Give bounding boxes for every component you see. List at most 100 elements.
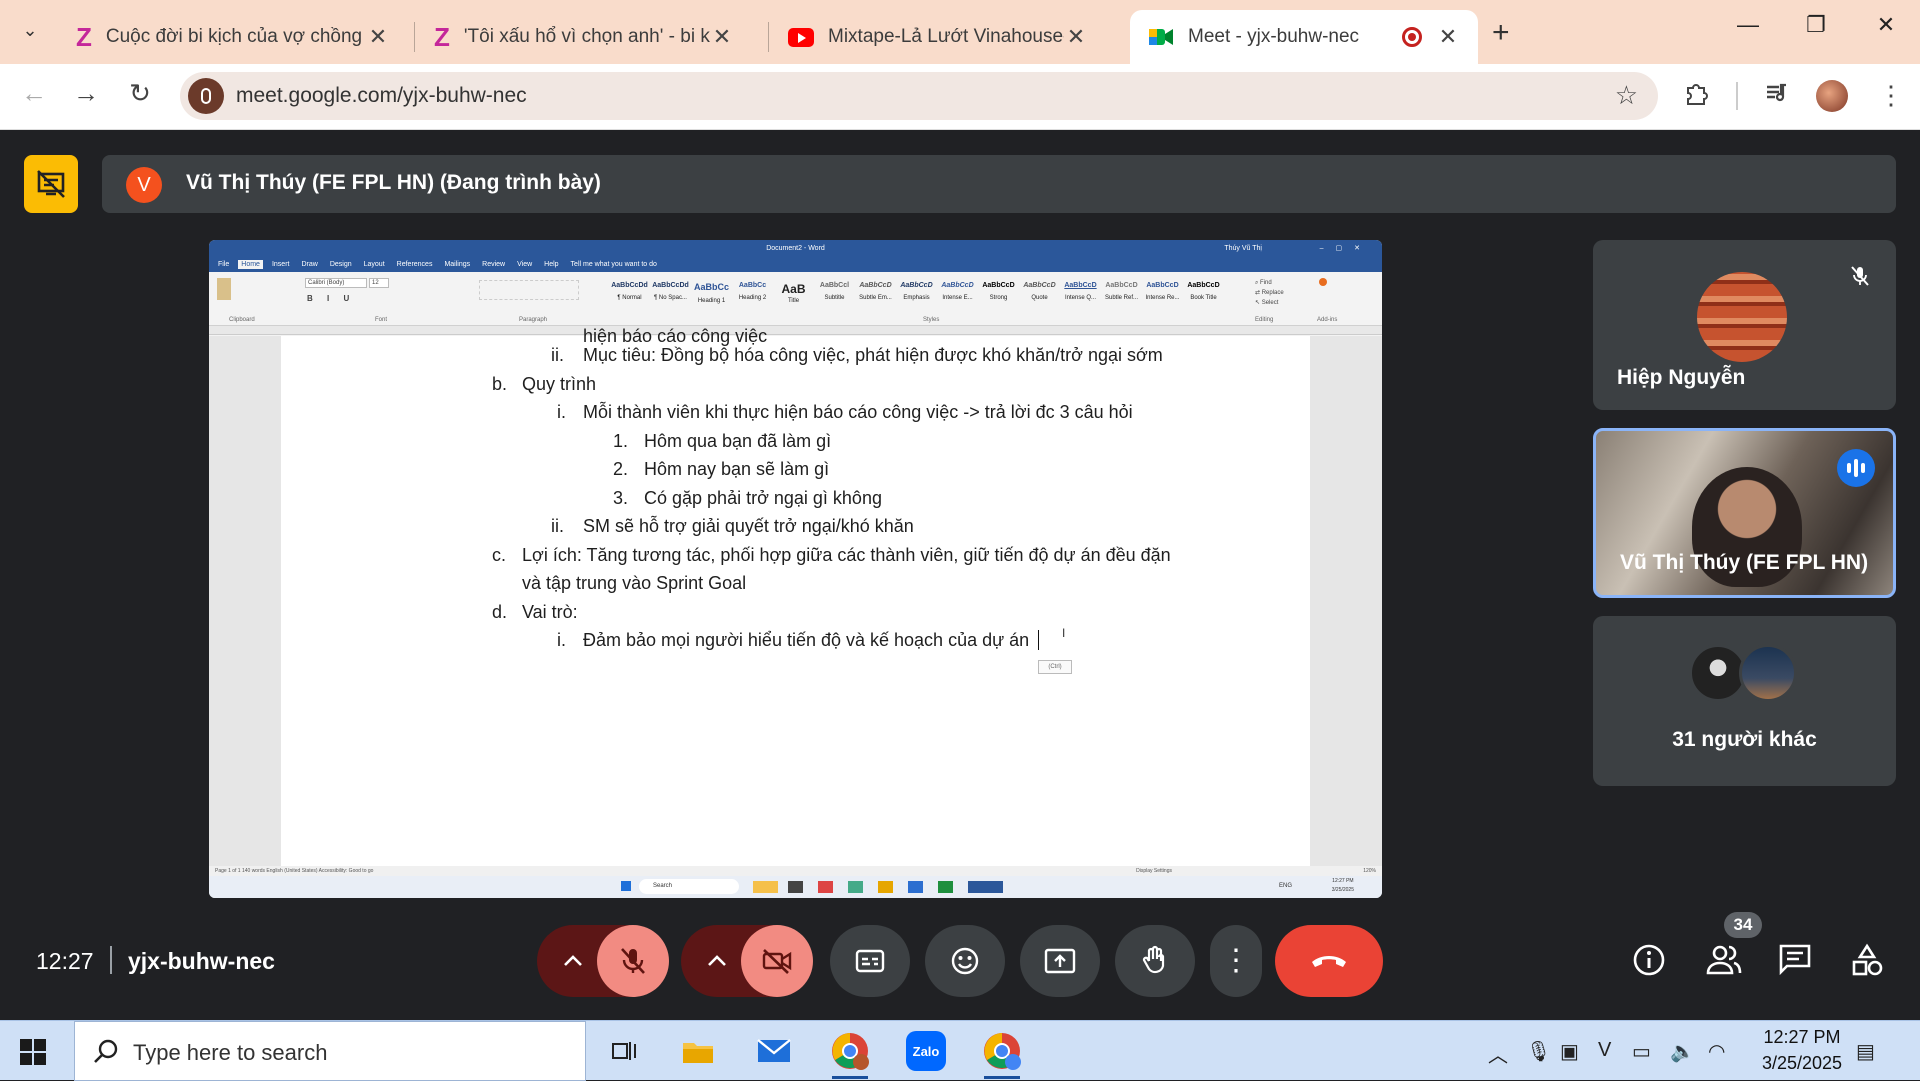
meet-now-icon[interactable]: ▣ — [1560, 1039, 1579, 1064]
activities-icon[interactable] — [1850, 943, 1884, 982]
tab-title: Mixtape-Lả Lướt Vinahouse-Bế — [828, 26, 1064, 47]
microphone-off-button[interactable] — [597, 925, 669, 997]
doc-number: b. — [492, 374, 508, 394]
close-icon[interactable]: ✕ — [710, 24, 734, 50]
back-arrow-icon[interactable]: ← — [16, 78, 52, 109]
participant-name: Vũ Thị Thúy (FE FPL HN) — [1620, 551, 1869, 574]
tab-divider — [414, 22, 415, 52]
style-item: AaBbCcl Subtitle — [819, 282, 850, 301]
browser-menu-icon[interactable]: ⋮ — [1878, 80, 1904, 111]
style-item: AaBbCcD Book Title — [1187, 282, 1220, 301]
captions-button[interactable] — [830, 925, 910, 997]
url-text[interactable]: meet.google.com/yjx-buhw-nec — [236, 84, 527, 108]
avatar — [1739, 644, 1797, 702]
tab-title: Meet - yjx-buhw-nec — [1188, 26, 1360, 47]
presenter-taskbar: Search ENG 12:27 PM 3/25/2025 — [209, 876, 1382, 898]
emoji-icon — [951, 947, 979, 975]
search-placeholder: Type here to search — [133, 1040, 328, 1065]
doc-line-4: Hôm qua bạn đã làm gì — [644, 431, 832, 451]
camera-off-button[interactable] — [741, 925, 813, 997]
leave-call-button[interactable] — [1275, 925, 1383, 997]
word-document-area: hiện báo cáo công việc ii. Mục tiêu: Đồn… — [209, 326, 1382, 880]
volume-icon[interactable]: 🔈 — [1670, 1039, 1695, 1064]
task-view-icon[interactable] — [600, 1029, 648, 1073]
reload-icon[interactable]: ↻ — [122, 78, 158, 109]
browser-tab-1[interactable]: Z Cuộc đời bi kịch của vợ chồng c ✕ — [58, 10, 408, 64]
word-doc-title: Document2 - Word — [766, 245, 825, 252]
vpn-icon[interactable]: V — [1598, 1039, 1611, 1062]
browser-tab-meet-active[interactable]: Meet - yjx-buhw-nec ✕ — [1130, 10, 1478, 64]
add-ins-icon — [1319, 278, 1327, 286]
word-tab-design: Design — [329, 261, 352, 268]
doc-number: 1. — [613, 431, 629, 451]
reactions-button[interactable] — [925, 925, 1005, 997]
show-hidden-icons-icon[interactable]: ︿ — [1488, 1039, 1508, 1068]
word-status-bar: Page 1 of 1 140 words English (United St… — [209, 866, 1382, 876]
extensions-puzzle-icon[interactable] — [1684, 80, 1710, 113]
profile-avatar[interactable] — [1816, 80, 1848, 112]
restore-icon[interactable]: ❐ — [1796, 12, 1836, 38]
battery-icon[interactable]: ▭ — [1632, 1039, 1651, 1064]
windows-start-icon[interactable] — [20, 1039, 46, 1065]
zing-z-icon: Z — [76, 21, 92, 52]
mail-icon[interactable] — [750, 1029, 798, 1073]
tab-divider — [768, 22, 769, 52]
word-tell-me: Tell me what you want to do — [570, 261, 657, 268]
site-info-mic-icon[interactable] — [188, 78, 224, 114]
taskbar-time[interactable]: 12:27 PM — [1752, 1027, 1852, 1048]
taskbar-date[interactable]: 3/25/2025 — [1752, 1053, 1852, 1074]
paste-icon — [217, 278, 231, 300]
browser-toolbar: ← → ↻ meet.google.com/yjx-buhw-nec ☆ ⋮ — [0, 64, 1920, 130]
file-explorer-icon[interactable] — [674, 1029, 722, 1073]
tab-search-chevron-icon[interactable]: ⌄ — [14, 14, 46, 46]
minimize-icon[interactable]: — — [1728, 12, 1768, 38]
other-participants-tile[interactable]: 31 người khác — [1593, 616, 1896, 786]
microphone-tray-icon[interactable]: 🎙 — [1526, 1039, 1551, 1064]
doc-number: i. — [557, 402, 566, 422]
close-icon[interactable]: ✕ — [366, 24, 390, 50]
style-item: AaBbCcD Quote — [1023, 282, 1056, 301]
participant-tile-active-speaker[interactable]: Vũ Thị Thúy (FE FPL HN) — [1593, 428, 1896, 598]
doc-line-10: Vai trò: — [522, 602, 578, 622]
style-item: AaBbCcD Intense Q... — [1064, 282, 1097, 301]
more-options-button[interactable]: ⋮ — [1210, 925, 1262, 997]
wifi-icon[interactable]: ◠ — [1708, 1039, 1725, 1064]
more-vertical-icon: ⋮ — [1221, 944, 1251, 977]
meeting-info-icon[interactable] — [1632, 943, 1666, 982]
browser-tab-3[interactable]: Mixtape-Lả Lướt Vinahouse-Bế ✕ — [770, 10, 1106, 64]
style-item: AaBbCcD Intense Re... — [1145, 282, 1180, 301]
new-tab-plus-icon[interactable]: + — [1492, 16, 1510, 50]
window-close-icon[interactable]: ✕ — [1866, 12, 1906, 38]
chrome-profile-2-icon[interactable] — [978, 1029, 1026, 1079]
chrome-profile-1-icon[interactable] — [826, 1029, 874, 1079]
word-tab-view: View — [517, 261, 533, 268]
style-item: AaBbCcDd ¶ Normal — [611, 282, 648, 301]
bookmark-star-icon[interactable]: ☆ — [1615, 80, 1638, 111]
notifications-icon[interactable]: ▤ — [1856, 1039, 1875, 1064]
people-icon[interactable] — [1706, 943, 1742, 982]
participant-count-badge: 34 — [1724, 912, 1762, 938]
doc-number: c. — [492, 545, 507, 565]
zalo-icon[interactable]: Zalo — [902, 1029, 950, 1073]
doc-line-1: Mục tiêu: Đồng bộ hóa công việc, phát hi… — [583, 345, 1163, 365]
word-tab-help: Help — [544, 261, 559, 268]
doc-line-11: Đảm bảo mọi người hiểu tiến độ và kế hoạ… — [583, 630, 1030, 650]
chat-icon[interactable] — [1778, 943, 1812, 980]
participant-tile[interactable]: Hiệp Nguyễn — [1593, 240, 1896, 410]
presenter-search-box: Search — [639, 879, 739, 894]
stop-presentation-icon[interactable] — [24, 155, 78, 213]
editing-find-replace-icon: ⌕ Find ⇄ Replace ↖ Select — [1255, 280, 1284, 306]
word-menu-tabs: File Home Insert Draw Design Layout Refe… — [209, 257, 1382, 272]
taskbar-search-box[interactable]: Type here to search — [74, 1021, 586, 1081]
present-now-button[interactable] — [1020, 925, 1100, 997]
browser-tab-2[interactable]: Z 'Tôi xấu hổ vì chọn anh' - bi kịch ✕ — [416, 10, 752, 64]
styles-gallery: AaBbCcDd ¶ Normal AaBbCcDd ¶ No Spac... Aa… — [609, 278, 1224, 312]
paragraph-controls-icon — [479, 280, 579, 300]
close-icon[interactable]: ✕ — [1064, 24, 1088, 50]
captions-icon — [855, 949, 885, 973]
close-icon[interactable]: ✕ — [1436, 24, 1460, 50]
media-control-icon[interactable] — [1764, 80, 1790, 113]
address-bar[interactable]: meet.google.com/yjx-buhw-nec ☆ — [180, 72, 1658, 120]
forward-arrow-icon[interactable]: → — [68, 78, 104, 109]
raise-hand-button[interactable] — [1115, 925, 1195, 997]
